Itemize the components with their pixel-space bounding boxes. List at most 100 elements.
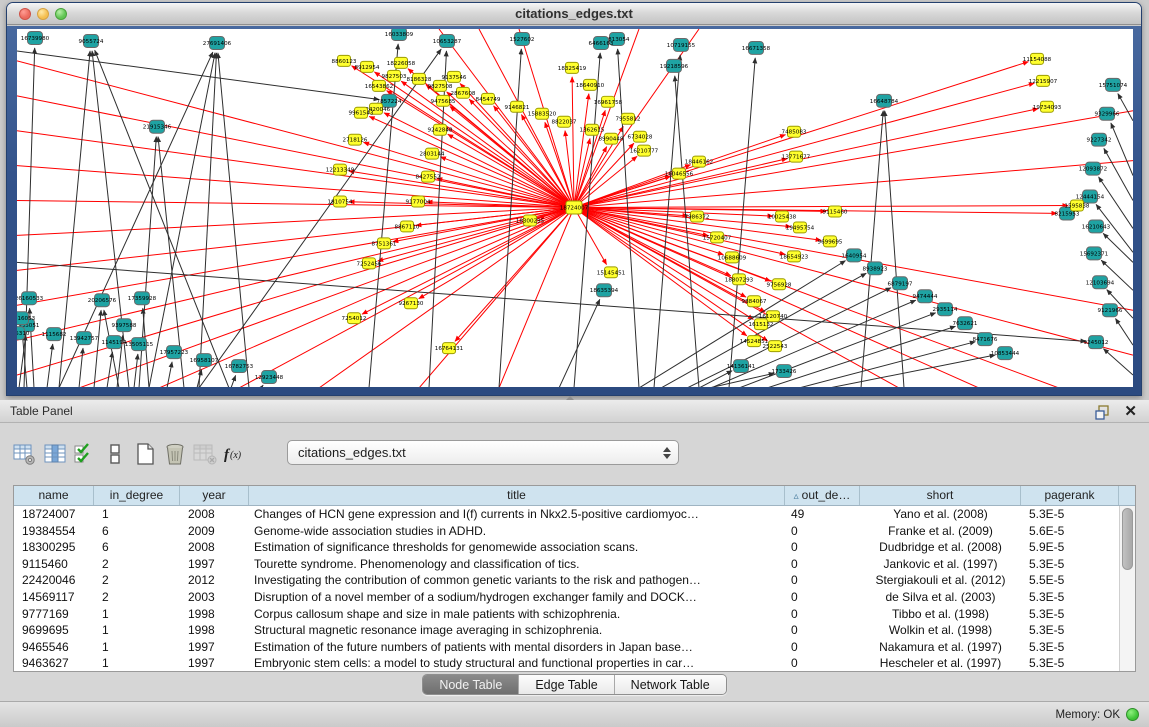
graph-node[interactable]: 6879197 [888,277,913,290]
table-row[interactable]: 969969511998Structural magnetic resonanc… [14,622,1119,639]
graph-node[interactable]: 26160533 [17,292,44,305]
graph-node[interactable]: 2935114 [933,303,958,316]
graph-node[interactable]: 9242848 [428,124,453,135]
red-edge[interactable] [17,131,574,208]
black-edge[interactable] [79,348,83,387]
graph-node[interactable]: 2718126 [343,134,368,145]
red-edge[interactable] [455,208,574,342]
graph-node[interactable]: 15692371 [1080,247,1109,260]
graph-node[interactable]: 16033809 [385,29,414,40]
black-edge[interactable] [1104,148,1133,200]
graph-node[interactable]: 7252456 [357,258,382,269]
delete-trash-icon[interactable] [160,439,190,469]
red-edge[interactable] [17,208,574,236]
black-edge[interactable] [199,53,216,387]
red-edge[interactable] [574,111,1133,208]
table-select[interactable]: citations_edges.txt [287,440,679,465]
red-edge[interactable] [17,61,574,208]
red-edge[interactable] [159,208,574,387]
black-edge[interactable] [861,111,883,387]
graph-node[interactable]: 19734093 [1033,101,1062,112]
tab-edge-table[interactable]: Edge Table [519,675,614,694]
graph-node[interactable]: 11154088 [1023,53,1052,64]
red-edge[interactable] [384,113,574,208]
graph-node[interactable]: 15751074 [1099,78,1128,91]
black-edge[interactable] [149,53,215,387]
column-header-year[interactable]: year [180,486,249,505]
graph-node[interactable]: 16210643 [1082,220,1111,233]
graph-svg[interactable]: 9055724167399802769140616033809106532871… [17,29,1133,387]
graph-node[interactable]: 19495754 [786,222,815,233]
graph-node[interactable]: 18635394 [590,284,619,297]
table-row[interactable]: 1456911722003Disruption of a novel membe… [14,589,1119,606]
graph-node[interactable]: 12215907 [1029,75,1058,86]
graph-node[interactable]: 10688609 [718,252,747,263]
graph-node[interactable]: 15720407 [703,232,732,243]
column-header-out_degree[interactable]: ▵out_de… [785,486,860,505]
column-header-pagerank[interactable]: pagerank [1021,486,1119,505]
column-header-title[interactable]: title [249,486,785,505]
graph-node[interactable]: 9055724 [79,34,104,47]
black-edge[interactable] [1115,319,1133,346]
graph-node[interactable]: 16210777 [630,145,659,156]
black-edge[interactable] [231,375,236,387]
red-edge[interactable] [419,208,574,387]
graph-node[interactable]: 16739980 [21,31,50,44]
function-builder-icon[interactable]: f(x) [220,439,250,469]
red-edge[interactable] [574,206,1068,208]
black-edge[interactable] [134,354,138,387]
graph-node[interactable]: 9474444 [913,290,938,303]
black-edge[interactable] [675,76,699,387]
table-row[interactable]: 977716911998Corpus callosum shape and si… [14,606,1119,623]
graph-node[interactable]: 7632621 [953,317,978,330]
graph-node[interactable]: 8990448 [599,133,624,144]
graph-node[interactable]: 18446162 [685,156,713,167]
network-canvas[interactable]: 9055724167399802769140616033809106532871… [17,29,1133,387]
red-edge[interactable] [17,208,574,376]
tab-network-table[interactable]: Network Table [615,675,726,694]
graph-node[interactable]: 12213349 [326,164,355,175]
graph-node[interactable]: 12103694 [1086,276,1115,289]
table-row[interactable]: 1872400712008Changes of HCN gene express… [14,506,1119,523]
graph-node[interactable]: 8186328 [407,73,432,84]
column-header-name[interactable]: name [14,486,94,505]
graph-node[interactable]: 10025438 [768,211,797,222]
column-header-short[interactable]: short [860,486,1021,505]
red-edge[interactable] [574,159,787,208]
graph-node[interactable]: 12093872 [1079,162,1107,175]
table-row[interactable]: 2242004622012Investigating the contribut… [14,572,1119,589]
red-edge[interactable] [239,208,574,387]
graph-node[interactable]: 13771677 [782,151,811,162]
float-panel-icon[interactable] [1095,404,1111,420]
table-row[interactable]: 1938455462009Genome-wide association stu… [14,523,1119,540]
graph-node[interactable]: 6734028 [628,131,653,142]
graph-node[interactable]: 9245012 [1084,336,1109,349]
graph-node[interactable]: 9884067 [742,296,767,307]
graph-node[interactable]: 16782753 [225,360,254,373]
graph-node[interactable]: 9699695 [818,236,843,247]
graph-node[interactable]: 7955812 [616,113,641,124]
table-row[interactable]: 911546021997Tourette syndrome. Phenomeno… [14,556,1119,573]
graph-node[interactable]: 18640910 [576,79,605,90]
graph-node[interactable]: 10653287 [433,34,462,47]
black-edge[interactable] [699,371,732,387]
graph-node[interactable]: 18654923 [780,251,809,262]
close-panel-icon[interactable]: ✕ [1124,402,1137,420]
graph-node[interactable]: 16961758 [594,96,623,107]
window-titlebar[interactable]: citations_edges.txt [7,3,1141,25]
table-row[interactable]: 946554611997Estimation of the future num… [14,639,1119,656]
red-edge[interactable] [439,29,574,208]
black-edge[interactable] [107,352,112,387]
red-edge[interactable] [574,161,1133,208]
show-columns-icon[interactable] [40,439,70,469]
graph-node[interactable]: 1362615 [580,124,605,135]
graph-node[interactable]: 16958107 [190,354,219,367]
black-edge[interactable] [1103,349,1133,375]
new-table-icon[interactable] [130,439,160,469]
graph-node[interactable]: 8860123 [332,55,357,66]
scrollbar-thumb[interactable] [1122,508,1133,570]
vertical-scrollbar[interactable] [1119,506,1135,671]
graph-node[interactable]: 9177004 [406,196,431,207]
red-edge[interactable] [572,77,574,208]
graph-node[interactable]: 10853444 [991,347,1020,360]
